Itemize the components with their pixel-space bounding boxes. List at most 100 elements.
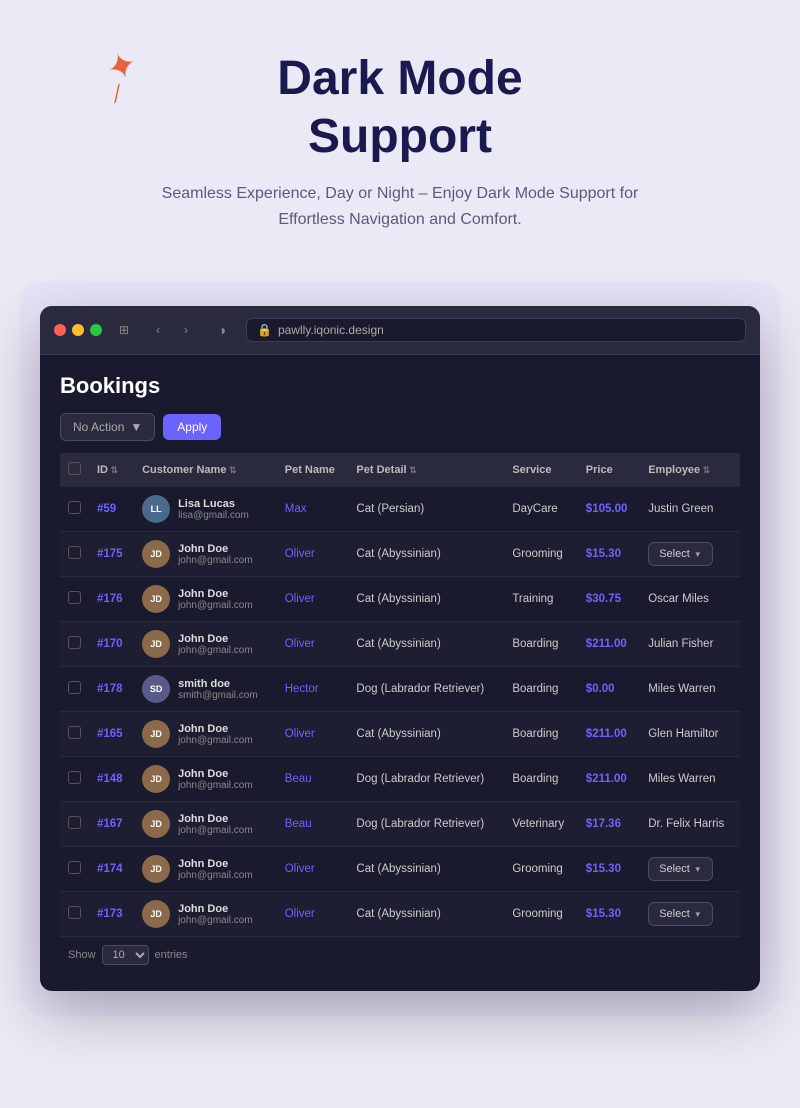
table-row: #175 JD John Doe john@gmail.com Oliver C… (60, 532, 740, 577)
row-service: Training (504, 577, 577, 622)
customer-email: john@gmail.com (178, 825, 253, 836)
row-customer: JD John Doe john@gmail.com (134, 622, 277, 667)
row-checkbox[interactable] (68, 636, 81, 649)
row-pet-detail: Cat (Persian) (348, 487, 504, 532)
row-pet-detail: Cat (Abyssinian) (348, 847, 504, 892)
row-pet-name: Oliver (277, 577, 349, 622)
row-price: $15.30 (578, 847, 640, 892)
row-service: Boarding (504, 667, 577, 712)
customer-name: John Doe (178, 768, 253, 780)
row-checkbox-cell (60, 532, 89, 577)
table-row: #170 JD John Doe john@gmail.com Oliver C… (60, 622, 740, 667)
sidebar-toggle-btn[interactable]: ⊞ (112, 318, 136, 342)
lock-icon: 🔒 (257, 323, 272, 337)
row-checkbox-cell (60, 892, 89, 937)
employee-select-btn[interactable]: Select (648, 542, 713, 566)
subtitle: Seamless Experience, Day or Night – Enjo… (150, 181, 650, 232)
row-id: #173 (89, 892, 134, 937)
customer-email: smith@gmail.com (178, 690, 258, 701)
customer-name: John Doe (178, 723, 253, 735)
row-checkbox[interactable] (68, 546, 81, 559)
apply-button[interactable]: Apply (163, 414, 221, 440)
row-id: #174 (89, 847, 134, 892)
row-checkbox[interactable] (68, 861, 81, 874)
col-employee[interactable]: Employee (640, 453, 740, 487)
employee-name: Dr. Felix Harris (648, 818, 724, 830)
row-service: Grooming (504, 847, 577, 892)
forward-btn[interactable]: › (174, 318, 198, 342)
customer-email: john@gmail.com (178, 915, 253, 926)
table-row: #178 SD smith doe smith@gmail.com Hector… (60, 667, 740, 712)
col-id[interactable]: ID (89, 453, 134, 487)
row-employee: Justin Green (640, 487, 740, 532)
row-checkbox-cell (60, 802, 89, 847)
row-pet-name: Oliver (277, 712, 349, 757)
row-service: Boarding (504, 712, 577, 757)
row-employee: Julian Fisher (640, 622, 740, 667)
table-footer: Show 10 25 50 entries (60, 937, 740, 973)
row-price: $211.00 (578, 757, 640, 802)
employee-select-btn[interactable]: Select (648, 857, 713, 881)
row-pet-detail: Cat (Abyssinian) (348, 577, 504, 622)
col-customer-name[interactable]: Customer Name (134, 453, 277, 487)
row-price: $15.30 (578, 892, 640, 937)
row-checkbox[interactable] (68, 501, 81, 514)
row-checkbox[interactable] (68, 816, 81, 829)
row-customer: JD John Doe john@gmail.com (134, 892, 277, 937)
row-pet-name: Oliver (277, 892, 349, 937)
spark-icon: ✦∕ (101, 42, 150, 109)
row-employee: Dr. Felix Harris (640, 802, 740, 847)
row-id: #167 (89, 802, 134, 847)
action-dropdown[interactable]: No Action ▼ (60, 413, 155, 441)
row-customer: JD John Doe john@gmail.com (134, 847, 277, 892)
theme-toggle-btn[interactable]: ◑ (208, 316, 236, 344)
traffic-light-yellow[interactable] (72, 324, 84, 336)
customer-email: lisa@gmail.com (178, 510, 249, 521)
row-employee: Select (640, 847, 740, 892)
row-pet-detail: Cat (Abyssinian) (348, 712, 504, 757)
row-checkbox[interactable] (68, 726, 81, 739)
back-btn[interactable]: ‹ (146, 318, 170, 342)
row-customer: JD John Doe john@gmail.com (134, 802, 277, 847)
row-price: $211.00 (578, 712, 640, 757)
traffic-light-red[interactable] (54, 324, 66, 336)
row-service: Grooming (504, 532, 577, 577)
table-row: #174 JD John Doe john@gmail.com Oliver C… (60, 847, 740, 892)
row-pet-detail: Dog (Labrador Retriever) (348, 802, 504, 847)
row-checkbox[interactable] (68, 906, 81, 919)
url-text: pawlly.iqonic.design (278, 323, 384, 337)
browser-container: ⊞ ‹ › ◑ 🔒 pawlly.iqonic.design Bookings … (20, 282, 780, 1015)
customer-name: John Doe (178, 588, 253, 600)
employee-name: Justin Green (648, 503, 713, 515)
row-checkbox-cell (60, 487, 89, 532)
row-checkbox-cell (60, 712, 89, 757)
show-label: Show (68, 949, 96, 961)
row-id: #148 (89, 757, 134, 802)
row-customer: JD John Doe john@gmail.com (134, 712, 277, 757)
customer-name: Lisa Lucas (178, 498, 249, 510)
browser-chrome: ⊞ ‹ › ◑ 🔒 pawlly.iqonic.design (40, 306, 760, 355)
table-row: #148 JD John Doe john@gmail.com Beau Dog… (60, 757, 740, 802)
entries-select[interactable]: 10 25 50 (102, 945, 149, 965)
row-checkbox[interactable] (68, 771, 81, 784)
employee-select-btn[interactable]: Select (648, 902, 713, 926)
col-price: Price (578, 453, 640, 487)
customer-name: John Doe (178, 813, 253, 825)
row-checkbox[interactable] (68, 681, 81, 694)
employee-name: Miles Warren (648, 683, 715, 695)
col-pet-name: Pet Name (277, 453, 349, 487)
browser-window: ⊞ ‹ › ◑ 🔒 pawlly.iqonic.design Bookings … (40, 306, 760, 991)
row-pet-detail: Dog (Labrador Retriever) (348, 757, 504, 802)
customer-name: John Doe (178, 633, 253, 645)
employee-name: Miles Warren (648, 773, 715, 785)
traffic-light-green[interactable] (90, 324, 102, 336)
row-pet-name: Hector (277, 667, 349, 712)
row-id: #175 (89, 532, 134, 577)
row-pet-name: Oliver (277, 532, 349, 577)
row-checkbox[interactable] (68, 591, 81, 604)
row-price: $17.36 (578, 802, 640, 847)
url-bar[interactable]: 🔒 pawlly.iqonic.design (246, 318, 746, 342)
row-id: #176 (89, 577, 134, 622)
employee-name: Glen Hamiltor (648, 728, 718, 740)
col-pet-detail[interactable]: Pet Detail (348, 453, 504, 487)
